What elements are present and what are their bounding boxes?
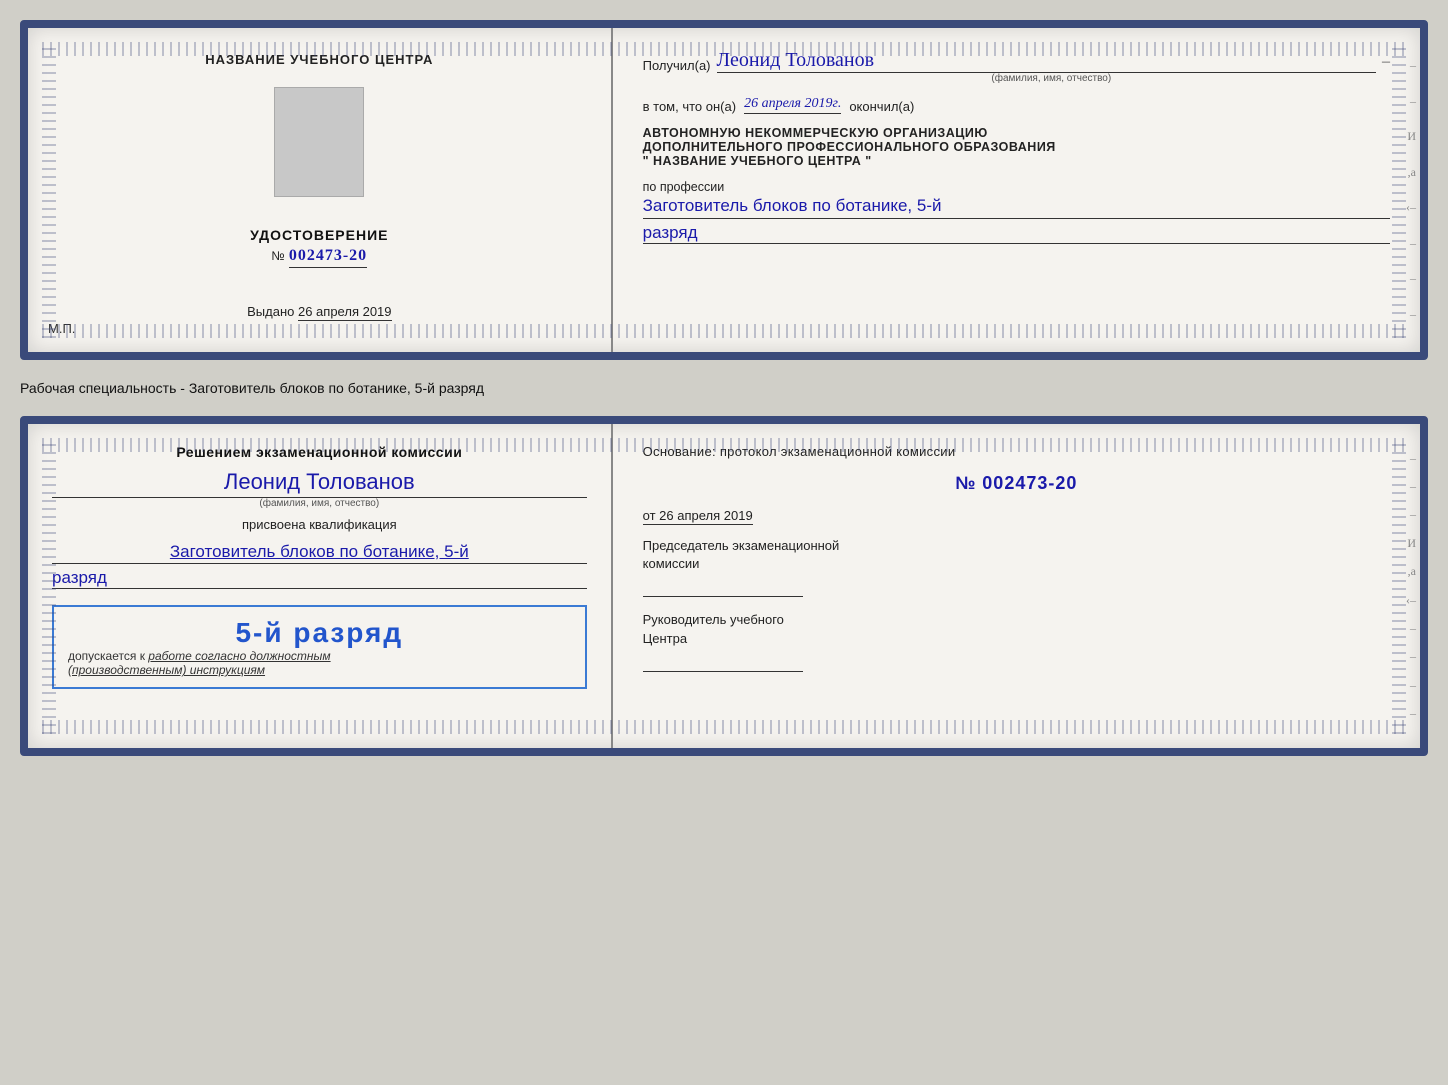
certificate-card-2: Решением экзаменационной комиссии Леонид… <box>20 416 1428 756</box>
udostoverenie-label: УДОСТОВЕРЕНИЕ <box>250 227 388 243</box>
recipient-name: Леонид Толованов <box>717 48 1376 73</box>
card1-right-panel: Получил(а) Леонид Толованов – (фамилия, … <box>613 28 1420 352</box>
org-line1: АВТОНОМНУЮ НЕКОММЕРЧЕСКУЮ ОРГАНИЗАЦИЮ <box>643 126 1390 140</box>
fio-sub: (фамилия, имя, отчество) <box>713 73 1390 84</box>
rukovod-signature-line <box>643 652 803 672</box>
okoncil-label: окончил(а) <box>849 99 914 114</box>
poluchil-section: Получил(а) Леонид Толованов – (фамилия, … <box>643 48 1390 84</box>
poluchil-label: Получил(а) <box>643 58 711 73</box>
udostoverenie-block: УДОСТОВЕРЕНИЕ № 002473-20 <box>250 227 388 268</box>
predsedatel-signature-line <box>643 577 803 597</box>
org-block: АВТОНОМНУЮ НЕКОММЕРЧЕСКУЮ ОРГАНИЗАЦИЮ ДО… <box>643 126 1390 168</box>
mp-label: М.П. <box>48 321 75 336</box>
card2-razryad: разряд <box>52 568 587 589</box>
predsedatel-block: Председатель экзаменационной комиссии <box>643 537 1390 597</box>
kvalif-value: Заготовитель блоков по ботанике, 5-й <box>52 540 587 565</box>
card2-name: Леонид Толованов <box>52 468 587 498</box>
card2-kvalif-section: Заготовитель блоков по ботанике, 5-й раз… <box>52 540 587 590</box>
org-name: " НАЗВАНИЕ УЧЕБНОГО ЦЕНТРА " <box>643 154 1390 168</box>
margin-lines: – – И ,а ‹– – – – <box>1400 28 1420 352</box>
osnov-label: Основание: протокол экзаменационной коми… <box>643 444 1390 459</box>
vtom-section: в том, что он(а) 26 апреля 2019г. окончи… <box>643 96 1390 114</box>
vtom-label: в том, что он(а) <box>643 99 736 114</box>
card2-fio-sub: (фамилия, имя, отчество) <box>52 498 587 509</box>
dash: – <box>1382 53 1390 71</box>
ot-label: от 26 апреля 2019 <box>643 508 753 525</box>
stamp-box: 5-й разряд допускается к работе согласно… <box>52 605 587 689</box>
subtitle-text: Рабочая специальность - Заготовитель бло… <box>20 376 1428 400</box>
certificate-card-1: НАЗВАНИЕ УЧЕБНОГО ЦЕНТРА УДОСТОВЕРЕНИЕ №… <box>20 20 1428 360</box>
predsedatel-label: Председатель экзаменационной комиссии <box>643 537 1390 573</box>
profession-value: Заготовитель блоков по ботанике, 5-й <box>643 194 1390 219</box>
card2-left-panel: Решением экзаменационной комиссии Леонид… <box>28 424 613 748</box>
razryad-value: разряд <box>643 223 1390 244</box>
vydano-label: Выдано <box>247 304 294 319</box>
vydano-line: Выдано 26 апреля 2019 <box>247 304 391 319</box>
dopuskaetsya: допускается к работе согласно должностны… <box>68 649 571 663</box>
certificate-number: 002473-20 <box>289 247 367 268</box>
org-line2: ДОПОЛНИТЕЛЬНОГО ПРОФЕССИОНАЛЬНОГО ОБРАЗО… <box>643 140 1390 154</box>
protokol-number-section: № 002473-20 <box>643 473 1390 494</box>
vydano-date: 26 апреля 2019 <box>298 304 392 321</box>
prisvoena-label: присвоена квалификация <box>52 517 587 532</box>
rukovod-block: Руководитель учебного Центра <box>643 611 1390 671</box>
profession-section: по профессии Заготовитель блоков по бота… <box>643 180 1390 244</box>
card1-left-panel: НАЗВАНИЕ УЧЕБНОГО ЦЕНТРА УДОСТОВЕРЕНИЕ №… <box>28 28 613 352</box>
dopusk-text: работе согласно должностным <box>148 649 330 663</box>
card2-margin-lines: – – – И ,а ‹– – – – – <box>1400 424 1420 748</box>
dopusk-text2: (производственным) инструкциям <box>68 663 571 677</box>
number-prefix: № <box>271 249 284 263</box>
card2-right-panel: Основание: протокол экзаменационной коми… <box>613 424 1420 748</box>
resheniem-label: Решением экзаменационной комиссии <box>52 444 587 460</box>
card1-center-name: НАЗВАНИЕ УЧЕБНОГО ЦЕНТРА <box>205 52 433 67</box>
vtom-date: 26 апреля 2019г. <box>744 96 841 114</box>
ot-date-section: от 26 апреля 2019 <box>643 508 1390 523</box>
rukovod-label: Руководитель учебного Центра <box>643 611 1390 647</box>
stamp-grade: 5-й разряд <box>68 617 571 649</box>
card2-name-section: Леонид Толованов (фамилия, имя, отчество… <box>52 468 587 509</box>
po-professii-label: по профессии <box>643 180 1390 194</box>
photo-placeholder <box>274 87 364 197</box>
